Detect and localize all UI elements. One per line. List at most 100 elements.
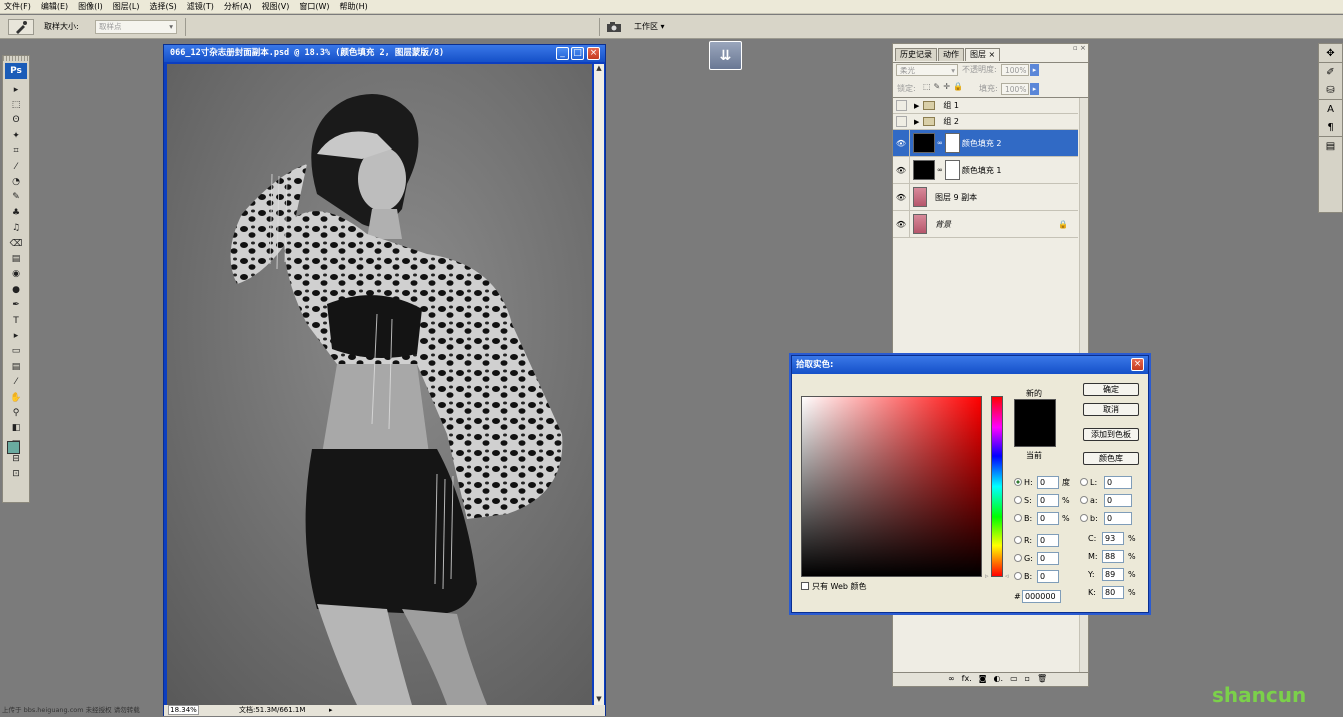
channel-field[interactable]: 0 xyxy=(1104,494,1132,507)
tool-icon[interactable]: ✎ xyxy=(3,190,29,205)
rgb-radio[interactable] xyxy=(1014,536,1022,544)
channel-field[interactable]: 0 xyxy=(1104,512,1132,525)
dialog-title[interactable]: 拾取实色: xyxy=(792,356,1148,374)
tool-icon[interactable]: ▤ xyxy=(3,359,29,374)
layer-row[interactable]: 👁 背景 🔒 xyxy=(893,210,1078,238)
collapse-panels-button[interactable]: ⇊ xyxy=(709,41,742,70)
dialog-button[interactable]: 颜色库 xyxy=(1083,452,1139,465)
mask-thumbnail[interactable] xyxy=(944,160,960,180)
channel-field[interactable]: 80 xyxy=(1102,586,1124,599)
bridge-icon[interactable] xyxy=(605,19,623,35)
tool-icon[interactable]: T xyxy=(3,313,29,328)
maximize-button[interactable]: □ xyxy=(571,47,584,60)
opacity-slider-button[interactable]: ▸ xyxy=(1030,64,1039,76)
tool-icon[interactable]: ▸ xyxy=(3,82,29,97)
menu-item[interactable]: 视图(V) xyxy=(262,0,290,14)
foreground-color-swatch[interactable] xyxy=(7,441,20,454)
tool-icon[interactable]: ✋ xyxy=(3,390,29,405)
tool-icon[interactable]: ◔ xyxy=(3,174,29,189)
document-title[interactable]: 066_12寸杂志册封面副本.psd @ 18.3% (颜色填充 2, 图层蒙版… xyxy=(164,45,605,62)
brushes-icon[interactable]: ✐ xyxy=(1319,63,1342,81)
eyedropper-preset-icon[interactable] xyxy=(8,19,34,35)
blend-mode-select[interactable]: 柔光 ▾ xyxy=(896,64,958,76)
tool-icon[interactable]: ✒ xyxy=(3,297,29,312)
tool-icon[interactable]: ⁄ xyxy=(3,374,29,389)
layer-footer-icon[interactable]: ▫ xyxy=(1025,674,1030,683)
scroll-up-icon[interactable]: ▲ xyxy=(594,64,604,74)
menu-item[interactable]: 滤镜(T) xyxy=(187,0,214,14)
hsb-radio[interactable] xyxy=(1014,496,1022,504)
menu-item[interactable]: 图层(L) xyxy=(113,0,140,14)
dialog-close-button[interactable]: × xyxy=(1131,358,1144,371)
layer-footer-icon[interactable]: ◙ xyxy=(979,674,987,683)
dialog-button[interactable]: 确定 xyxy=(1083,383,1139,396)
eye-icon[interactable]: 👁 xyxy=(893,183,910,211)
menu-item[interactable]: 图像(I) xyxy=(78,0,103,14)
tool-icon[interactable]: ʘ xyxy=(3,113,29,128)
channel-field[interactable]: 88 xyxy=(1102,550,1124,563)
zoom-field[interactable]: 18.34% xyxy=(168,705,199,715)
tool-icon[interactable]: ⊡ xyxy=(3,467,29,482)
menu-item[interactable]: 帮助(H) xyxy=(340,0,368,14)
tool-icon[interactable]: ◉ xyxy=(3,267,29,282)
menu-item[interactable]: 编辑(E) xyxy=(41,0,68,14)
tool-icon[interactable]: ◧ xyxy=(3,421,29,436)
mask-thumbnail[interactable] xyxy=(944,133,960,153)
tool-icon[interactable]: ⁄ xyxy=(3,159,29,174)
panel-tab[interactable]: 图层 × xyxy=(965,48,1001,61)
menu-item[interactable]: 窗口(W) xyxy=(299,0,329,14)
menu-item[interactable]: 分析(A) xyxy=(224,0,252,14)
navigator-tool-icon[interactable]: ✥ xyxy=(1319,44,1342,62)
layer-footer-icon[interactable]: fx. xyxy=(962,674,972,683)
opacity-field[interactable]: 100% xyxy=(1001,64,1029,76)
workspace-menu[interactable]: 工作区 ▾ xyxy=(634,20,665,33)
hidden-eye-slot[interactable] xyxy=(896,116,907,127)
hsb-radio[interactable] xyxy=(1014,514,1022,522)
menu-item[interactable]: 文件(F) xyxy=(4,0,31,14)
menu-item[interactable]: 选择(S) xyxy=(149,0,176,14)
channel-field[interactable]: 0 xyxy=(1037,494,1059,507)
slider-left-arrow-icon[interactable]: ▹ xyxy=(985,572,989,580)
channel-field[interactable]: 0 xyxy=(1037,476,1059,489)
web-only-checkbox[interactable] xyxy=(801,582,809,590)
fill-slider-button[interactable]: ▸ xyxy=(1030,83,1039,95)
expand-arrow-icon[interactable]: ▶ xyxy=(914,102,919,110)
tool-icon[interactable]: ⬚ xyxy=(3,97,29,112)
tool-icon[interactable]: ▭ xyxy=(3,344,29,359)
panel-tab[interactable]: 历史记录 xyxy=(895,48,937,61)
lab-radio[interactable] xyxy=(1080,514,1088,522)
layer-row[interactable]: 👁 ∞ 颜色填充 1 xyxy=(893,156,1078,184)
tool-icon[interactable]: ✦ xyxy=(3,128,29,143)
channel-field[interactable]: 89 xyxy=(1102,568,1124,581)
dialog-button[interactable]: 取消 xyxy=(1083,403,1139,416)
layer-comps-icon[interactable]: ▤ xyxy=(1319,137,1342,155)
channel-field[interactable]: 93 xyxy=(1102,532,1124,545)
eye-icon[interactable]: 👁 xyxy=(893,129,910,157)
minimize-button[interactable]: _ xyxy=(556,47,569,60)
channel-field[interactable]: 0 xyxy=(1104,476,1132,489)
sample-size-select[interactable]: 取样点 ▾ xyxy=(95,20,177,34)
panel-tab[interactable]: 动作 xyxy=(938,48,964,61)
layer-row[interactable]: ▶ 组 2 xyxy=(893,114,1078,130)
ps-logo[interactable]: Ps xyxy=(5,63,27,79)
hex-field[interactable]: 000000 xyxy=(1022,590,1061,603)
layer-footer-icon[interactable]: ∞ xyxy=(948,674,955,683)
tool-icon[interactable]: ▤ xyxy=(3,251,29,266)
paragraph-icon[interactable]: ¶ xyxy=(1319,118,1342,136)
fill-field[interactable]: 100% xyxy=(1001,83,1029,95)
character-icon[interactable]: A xyxy=(1319,100,1342,118)
slider-right-arrow-icon[interactable]: ◃ xyxy=(1005,572,1009,580)
channel-field[interactable]: 0 xyxy=(1037,552,1059,565)
lock-icons[interactable]: ⬚✎✛🔒 xyxy=(923,82,966,91)
layer-footer-icon[interactable]: 🗑 xyxy=(1037,674,1047,683)
layer-row[interactable]: 👁 ∞ 颜色填充 2 xyxy=(893,129,1078,157)
hidden-eye-slot[interactable] xyxy=(896,100,907,111)
expand-arrow-icon[interactable]: ▶ xyxy=(914,118,919,126)
close-button[interactable]: × xyxy=(587,47,600,60)
channel-field[interactable]: 0 xyxy=(1037,570,1059,583)
channel-field[interactable]: 0 xyxy=(1037,534,1059,547)
color-field[interactable] xyxy=(801,396,982,577)
status-arrow-icon[interactable]: ▸ xyxy=(329,705,333,716)
rgb-radio[interactable] xyxy=(1014,572,1022,580)
tool-icon[interactable]: ⌗ xyxy=(3,144,29,159)
